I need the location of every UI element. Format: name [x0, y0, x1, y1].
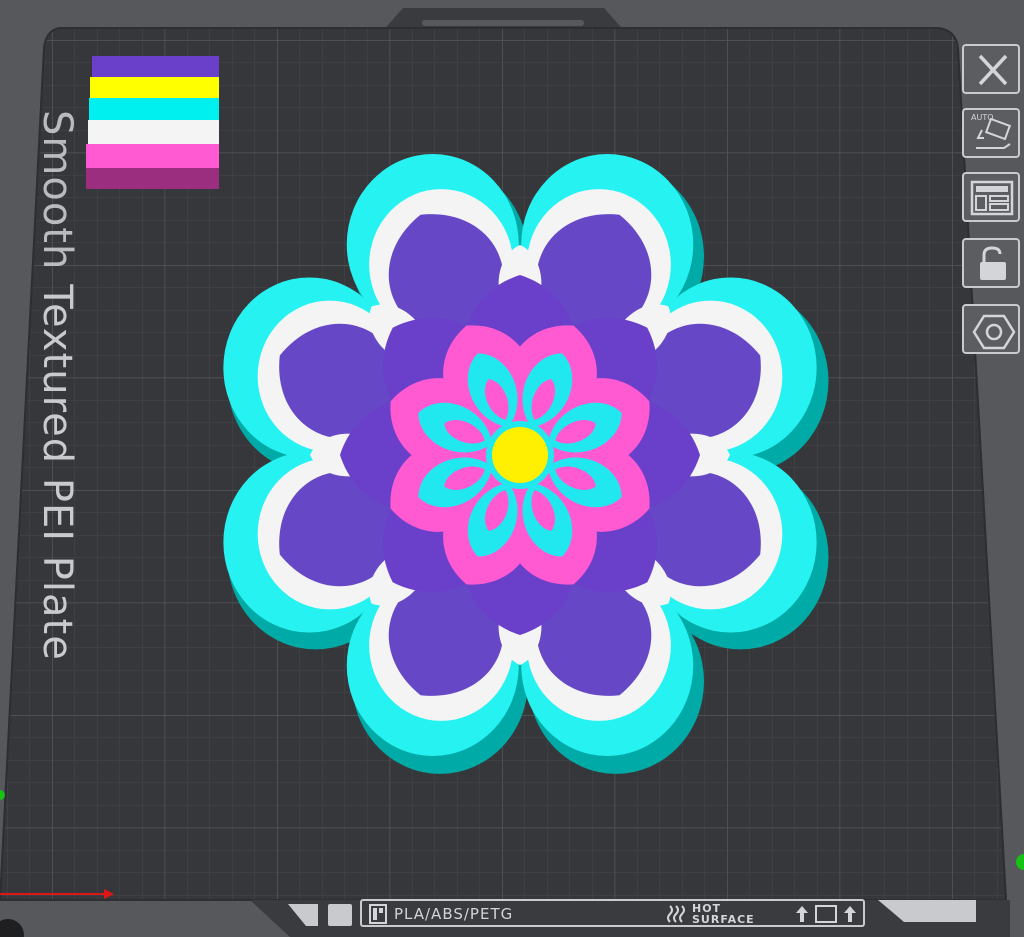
close-icon	[978, 54, 1008, 86]
orientation-icons	[796, 905, 856, 923]
z-axis-marker	[1016, 854, 1024, 870]
plate-label: SmoothTextured PEI Plate	[34, 110, 80, 661]
lock-icon	[980, 246, 1006, 280]
heat-icon	[667, 905, 685, 923]
lock-button[interactable]	[962, 238, 1020, 288]
nut-button[interactable]	[962, 304, 1020, 354]
hot-surface-label: HOT SURFACE	[692, 902, 755, 926]
filament-type: PLA/ABS/PETG	[394, 905, 514, 923]
print-plate-viewport[interactable]	[0, 0, 1024, 937]
color-swatch-block[interactable]	[86, 56, 219, 189]
auto-label: AUTO	[971, 113, 994, 122]
auto-arrange-button[interactable]: AUTO	[962, 108, 1020, 158]
layout-button[interactable]	[962, 172, 1020, 222]
layout-icon	[970, 180, 1014, 216]
plate-type-icon	[369, 904, 387, 924]
center-disc	[492, 427, 548, 483]
plate-info-bar: PLA/ABS/PETG HOT SURFACE	[360, 899, 865, 927]
hex-nut-icon	[972, 314, 1016, 350]
close-button[interactable]	[962, 44, 1020, 94]
